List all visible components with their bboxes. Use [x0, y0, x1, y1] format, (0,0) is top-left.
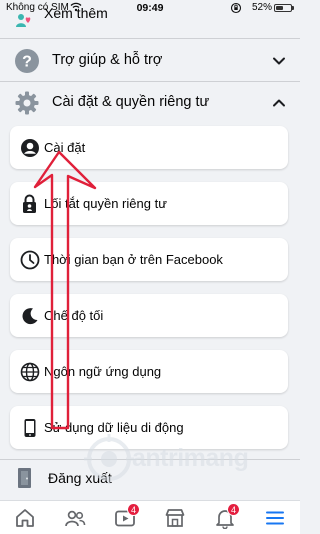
menu-icon	[266, 511, 284, 525]
globe-icon	[20, 362, 40, 382]
tab-home[interactable]	[0, 501, 50, 534]
user-circle-icon	[21, 139, 39, 157]
mobile-data-label: Sử dụng dữ liệu di động	[44, 420, 184, 435]
divider	[0, 459, 300, 460]
chevron-down-icon	[273, 57, 285, 65]
help-support-row[interactable]: ? Trợ giúp & hỗ trợ	[0, 39, 300, 83]
store-icon	[165, 509, 185, 527]
logout-label: Đăng xuất	[48, 470, 112, 486]
settings-item-label: Cài đặt	[44, 140, 86, 155]
time-on-facebook-item[interactable]: Thời gian bạn ở trên Facebook	[10, 238, 288, 281]
privacy-shortcuts-item[interactable]: Lối tắt quyền riêng tư	[10, 182, 288, 225]
svg-text:?: ?	[22, 54, 32, 71]
gear-icon	[15, 91, 39, 115]
help-support-label: Trợ giúp & hỗ trợ	[52, 52, 163, 68]
tab-marketplace[interactable]	[150, 501, 200, 534]
logout-row[interactable]: Đăng xuất	[0, 465, 300, 489]
privacy-shortcuts-label: Lối tắt quyền riêng tư	[44, 196, 167, 211]
dark-mode-label: Chế độ tối	[44, 308, 104, 323]
moon-icon	[22, 308, 38, 325]
home-icon	[16, 509, 34, 527]
privacy-lock-icon	[23, 194, 36, 213]
clock-icon	[20, 250, 40, 270]
chevron-up-icon	[273, 99, 285, 107]
help-icon: ?	[15, 49, 39, 73]
settings-privacy-label: Cài đặt & quyền riêng tư	[52, 94, 210, 110]
door-icon	[18, 468, 31, 488]
watch-badge: 4	[127, 503, 140, 516]
mobile-data-item[interactable]: Sử dụng dữ liệu di động	[10, 406, 288, 449]
friends-icon	[65, 510, 86, 527]
tab-friends[interactable]	[50, 501, 100, 534]
bottom-tab-bar: 4 4	[0, 500, 300, 534]
tab-menu[interactable]	[250, 501, 300, 534]
notifications-badge: 4	[227, 503, 240, 516]
tab-notifications[interactable]: 4	[200, 501, 250, 534]
dark-mode-item[interactable]: Chế độ tối	[10, 294, 288, 337]
time-on-facebook-label: Thời gian bạn ở trên Facebook	[44, 252, 223, 267]
phone-icon	[24, 419, 36, 437]
app-language-label: Ngôn ngữ ứng dụng	[44, 364, 162, 379]
settings-privacy-row[interactable]: Cài đặt & quyền riêng tư	[0, 81, 300, 125]
tab-watch[interactable]: 4	[100, 501, 150, 534]
settings-item[interactable]: Cài đặt	[10, 126, 288, 169]
app-language-item[interactable]: Ngôn ngữ ứng dụng	[10, 350, 288, 393]
